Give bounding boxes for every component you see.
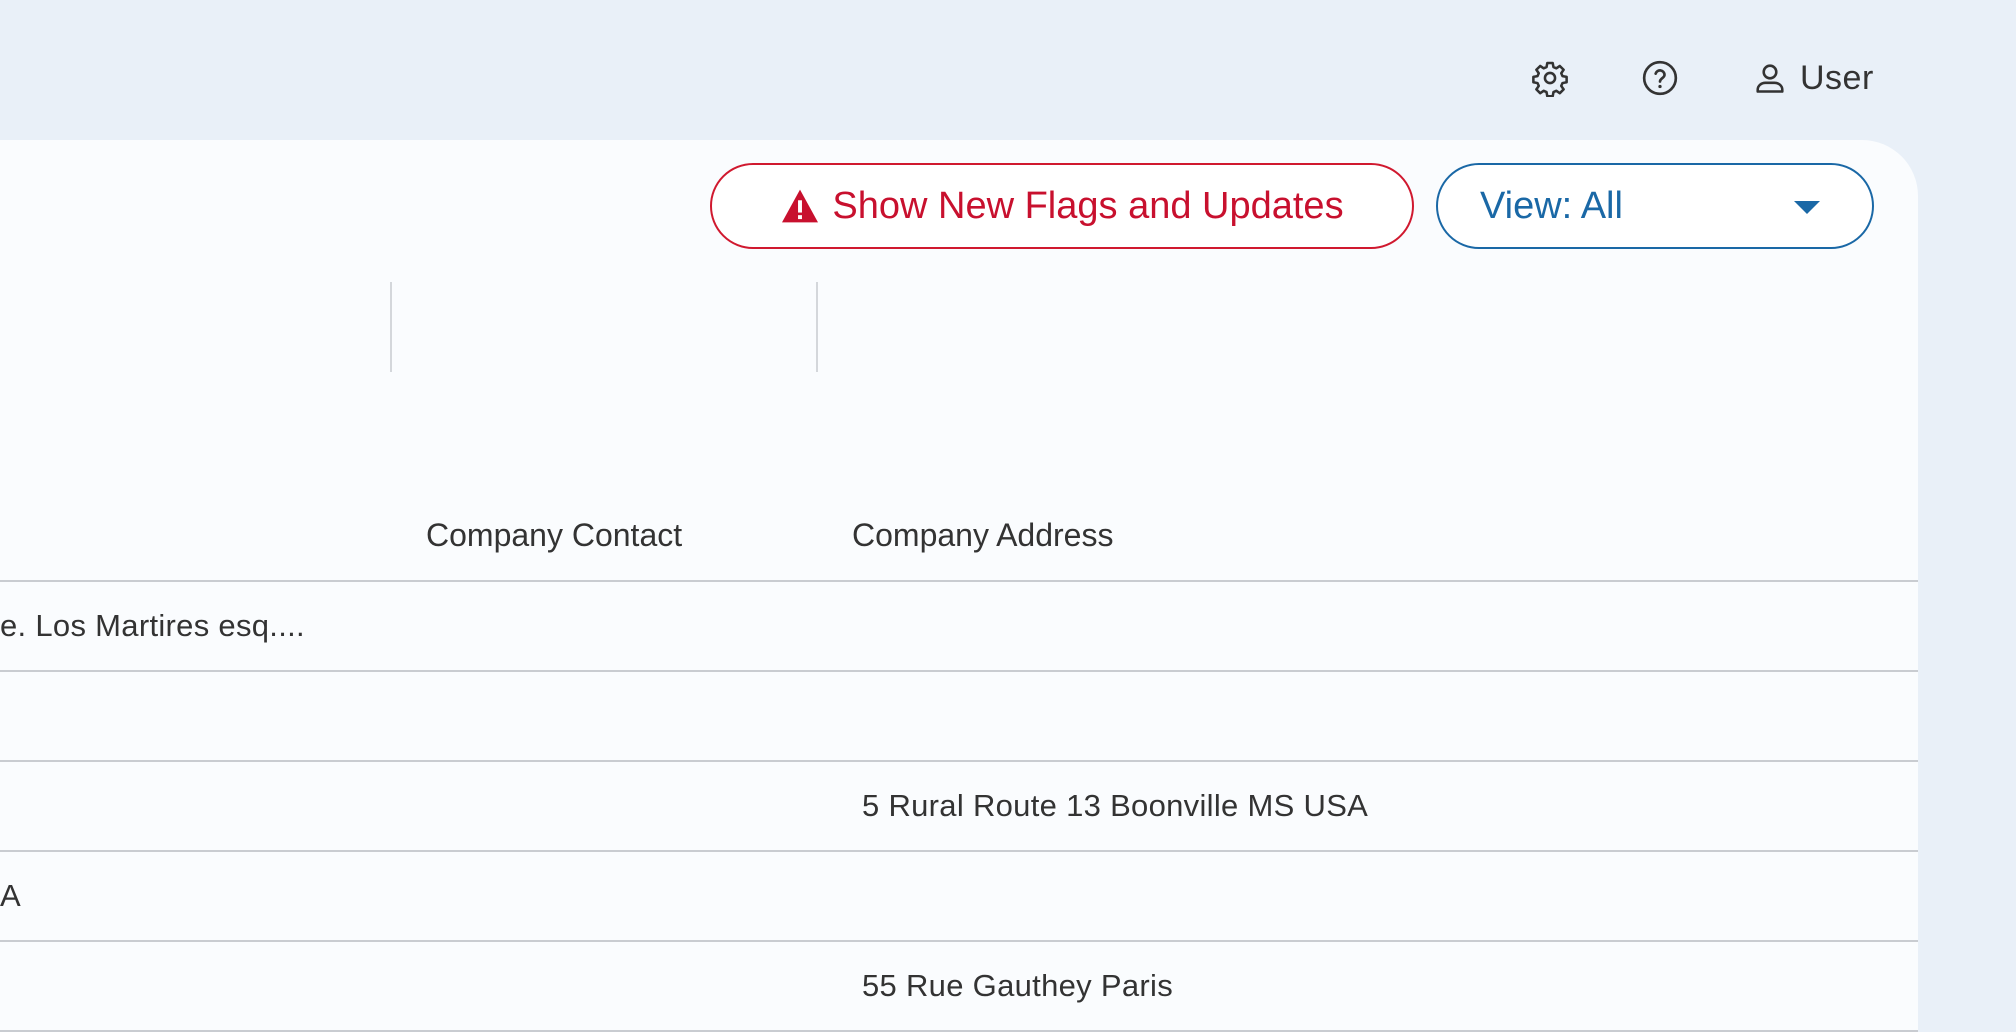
column-header-company-address[interactable]: Company Address (852, 490, 1113, 580)
user-label: User (1800, 58, 1874, 97)
help-button[interactable] (1640, 58, 1680, 98)
user-menu-button[interactable]: User (1752, 56, 1874, 100)
table-row[interactable]: e. Los Martires esq.... (0, 582, 1918, 672)
companies-table: Company Contact Company Address e. Los M… (0, 490, 1918, 1032)
table-row[interactable]: 55 Rue Gauthey Paris (0, 942, 1918, 1032)
table-row[interactable]: 5 Rural Route 13 Boonville MS USA (0, 762, 1918, 852)
view-select[interactable]: View: All (1436, 163, 1874, 249)
show-new-flags-button[interactable]: Show New Flags and Updates (710, 163, 1414, 249)
column-resize-handle[interactable] (816, 282, 818, 372)
top-bar: User (0, 0, 2016, 140)
help-circle-icon (1642, 60, 1678, 96)
gear-icon (1532, 61, 1568, 97)
table-cell: A (0, 878, 21, 913)
table-row[interactable] (0, 672, 1918, 762)
main-panel: Show New Flags and Updates View: All Com… (0, 140, 1918, 1032)
view-select-value: View: All (1480, 185, 1623, 227)
table-header: Company Contact Company Address (0, 490, 1918, 582)
table-cell-address: 55 Rue Gauthey Paris (862, 968, 1174, 1003)
table-cell: e. Los Martires esq.... (0, 608, 305, 643)
caret-down-icon (1794, 201, 1820, 214)
column-resize-handle[interactable] (390, 282, 392, 372)
person-icon (1756, 64, 1784, 93)
warning-triangle-icon (782, 189, 819, 223)
show-new-flags-label: Show New Flags and Updates (832, 184, 1344, 227)
settings-button[interactable] (1530, 58, 1570, 98)
table-cell-address: 5 Rural Route 13 Boonville MS USA (862, 788, 1369, 823)
column-header-company-contact[interactable]: Company Contact (426, 490, 682, 580)
table-row[interactable]: A (0, 852, 1918, 942)
